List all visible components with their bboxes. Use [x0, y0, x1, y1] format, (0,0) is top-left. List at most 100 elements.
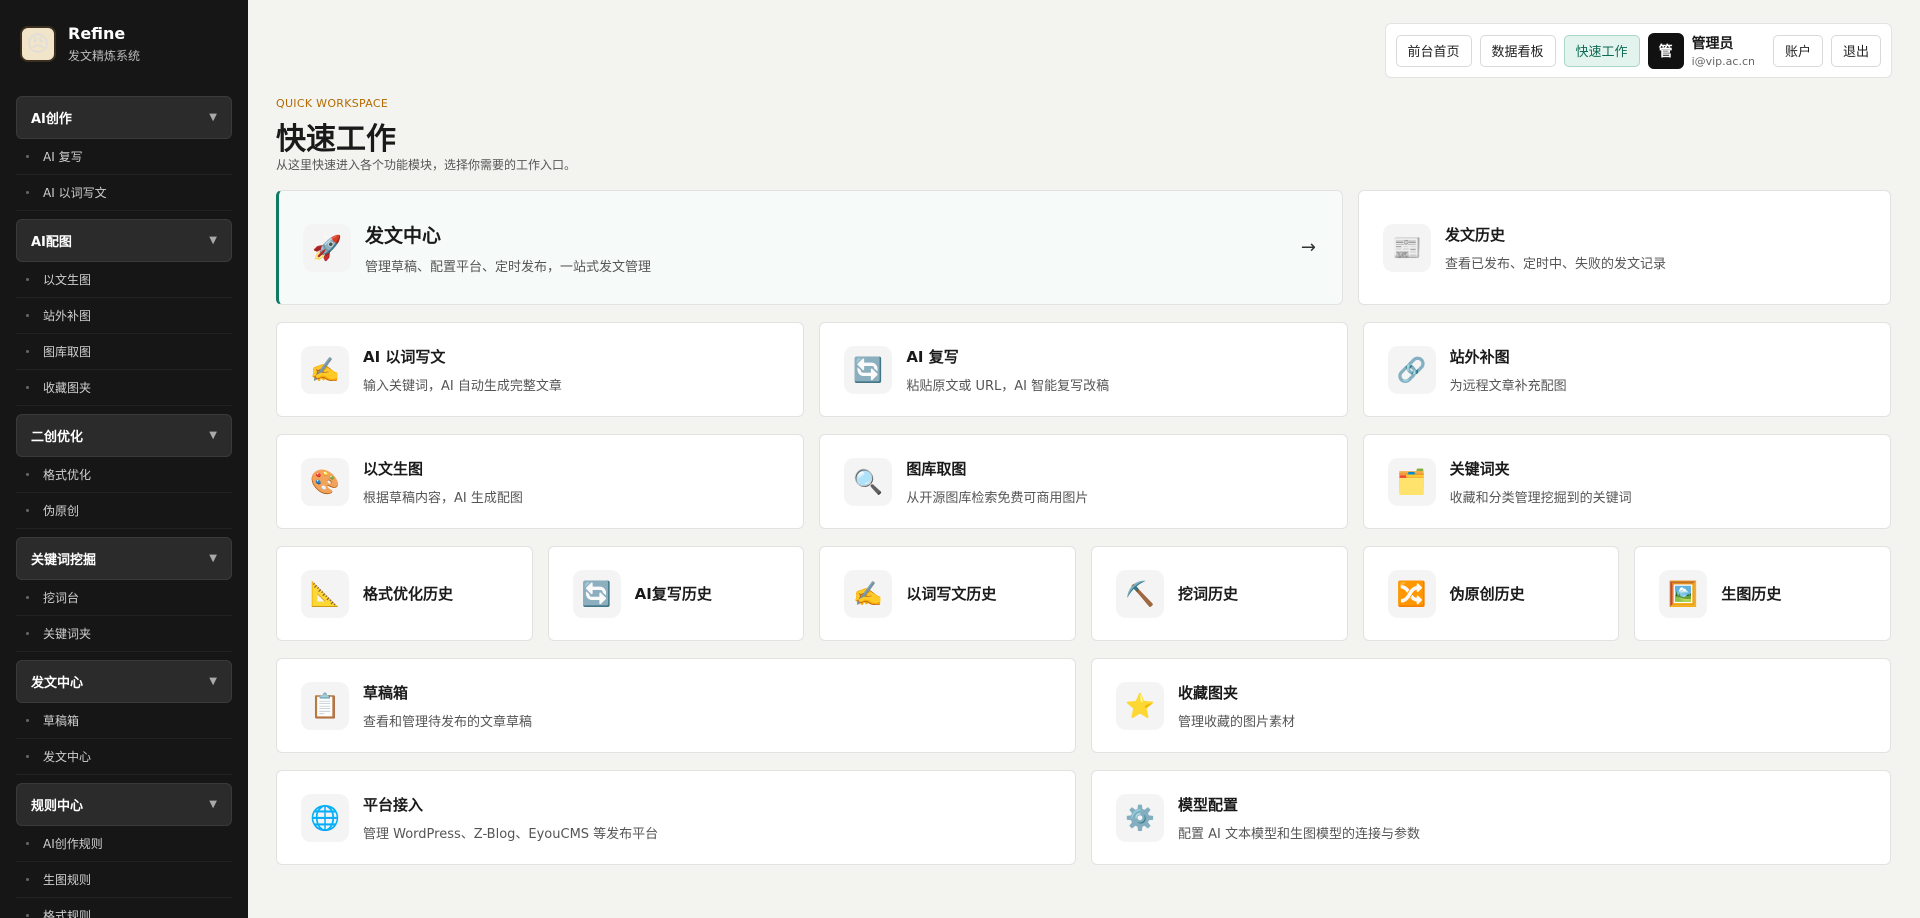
card-title: 站外补图 [1449, 347, 1510, 366]
card-desc: 从开源图库检索免费可商用图片 [906, 490, 1089, 506]
sidebar-item-label: AI 以词写文 [43, 186, 107, 200]
card-row2-2[interactable]: 🔗 站外补图 为远程文章补充配图 [1362, 322, 1891, 417]
sidebar-group-header[interactable]: 规则中心 ▼ [16, 783, 232, 826]
sidebar-item[interactable]: AI 以词写文 [16, 175, 232, 211]
card-title: 模型配置 [1178, 795, 1239, 814]
top-bar: 前台首页 数据看板 快速工作 管 管理员 i@vip.ac.cn 账户 退出 [1384, 23, 1892, 78]
quick-work-button[interactable]: 快速工作 [1563, 34, 1640, 67]
card-row5-1[interactable]: ⭐ 收藏图夹 管理收藏的图片素材 [1091, 658, 1891, 753]
sidebar-group-label: 规则中心 [31, 799, 84, 814]
sidebar-item[interactable]: 站外补图 [16, 298, 232, 334]
card-row2-0[interactable]: ✍️ AI 以词写文 输入关键词，AI 自动生成完整文章 [276, 322, 805, 417]
sidebar-item[interactable]: 格式规则 [16, 898, 232, 918]
avatar: 管 [1647, 32, 1684, 69]
frontend-home-button[interactable]: 前台首页 [1395, 34, 1472, 67]
sidebar-item[interactable]: 生图规则 [16, 862, 232, 898]
bullet-icon [26, 878, 29, 881]
card-desc: 管理 WordPress、Z-Blog、EyouCMS 等发布平台 [363, 826, 659, 842]
sidebar-item-label: 收藏图夹 [43, 381, 92, 395]
sidebar-item[interactable]: 收藏图夹 [16, 370, 232, 406]
sidebar-item[interactable]: AI 复写 [16, 139, 232, 175]
card-row3-1[interactable]: 🔍 图库取图从开源图库检索免费可商用图片 [819, 434, 1348, 529]
card-desc: 根据草稿内容，AI 生成配图 [363, 490, 523, 506]
card-title: 发文中心 [365, 224, 442, 247]
bullet-icon [26, 719, 29, 722]
newspaper-icon: 📰 [1383, 223, 1431, 272]
card-row3-2[interactable]: 🗂️ 关键词夹 收藏和分类管理挖掘到的关键词 [1362, 434, 1891, 529]
card-icon: ✍️ [301, 345, 349, 394]
card-icon: ⛏️ [1116, 569, 1164, 618]
card-row6-0[interactable]: 🌐 平台接入 管理 WordPress、Z-Blog、EyouCMS 等发布平台 [276, 770, 1076, 865]
logout-button[interactable]: 退出 [1830, 34, 1881, 67]
user-email: i@vip.ac.cn [1691, 55, 1755, 68]
card-icon: 🔄 [572, 569, 621, 618]
bullet-icon [26, 350, 29, 353]
user-info: 管理员 i@vip.ac.cn [1692, 33, 1755, 68]
card-row4-1[interactable]: 🔄 AI复写历史 [547, 546, 805, 641]
sidebar-group-label: 二创优化 [31, 430, 84, 445]
sidebar-item[interactable]: 以文生图 [16, 262, 232, 298]
sidebar-item-label: AI 复写 [43, 150, 83, 164]
card-title: 图库取图 [906, 459, 967, 478]
sidebar-item-label: 站外补图 [43, 309, 92, 323]
sidebar-item-label: 生图规则 [43, 873, 92, 887]
sidebar-group-label: 关键词挖掘 [31, 553, 97, 568]
sidebar-item[interactable]: AI创作规则 [16, 826, 232, 862]
card-row4-2[interactable]: ✍️ 以词写文历史 [819, 546, 1076, 641]
sidebar-item[interactable]: 挖词台 [16, 580, 232, 616]
card-row4-0[interactable]: 📐 格式优化历史 [276, 546, 533, 641]
card-desc: 查看和管理待发布的文章草稿 [363, 714, 533, 730]
bullet-icon [26, 596, 29, 599]
sidebar-group-header[interactable]: AI配图 ▼ [16, 219, 232, 262]
card-icon: 🔀 [1387, 569, 1436, 618]
card-title: AI 复写 [906, 347, 959, 366]
card-row4-5[interactable]: 🖼️ 生图历史 [1634, 546, 1891, 641]
brand[interactable]: 😠 Refine 发文精炼系统 [0, 0, 248, 88]
card-row6-1[interactable]: ⚙️ 模型配置 配置 AI 文本模型和生图模型的连接与参数 [1091, 770, 1891, 865]
card-publish-history[interactable]: 📰 发文历史 查看已发布、定时中、失败的发文记录 [1358, 190, 1891, 305]
sidebar-group-header[interactable]: 发文中心 ▼ [16, 660, 232, 703]
card-icon: 🎨 [301, 457, 349, 506]
page-title: 快速工作 [276, 122, 396, 157]
card-row3-0[interactable]: 🎨 以文生图 根据草稿内容，AI 生成配图 [276, 434, 805, 529]
card-title: 收藏图夹 [1178, 683, 1239, 702]
sidebar-item[interactable]: 草稿箱 [16, 703, 232, 739]
card-title: 以词写文历史 [906, 585, 997, 603]
sidebar-group-header[interactable]: 二创优化 ▼ [16, 414, 232, 457]
card-icon: 📐 [301, 569, 349, 618]
chevron-down-icon: ▼ [209, 430, 217, 441]
card-row2-1[interactable]: 🔄 AI 复写 粘贴原文或 URL，AI 智能复写改稿 [819, 322, 1348, 417]
sidebar-item-label: 关键词夹 [43, 627, 92, 641]
card-row4-4[interactable]: 🔀 伪原创历史 [1362, 546, 1620, 641]
card-icon: ⭐ [1116, 681, 1164, 730]
grumpy-face-logo-icon: 😠 [20, 26, 56, 62]
bullet-icon [26, 314, 29, 317]
card-publish-center[interactable]: 🚀 发文中心 管理草稿、配置平台、定时发布，一站式发文管理 → [276, 190, 1343, 305]
card-desc: 收藏和分类管理挖掘到的关键词 [1449, 490, 1632, 506]
card-title: 伪原创历史 [1449, 585, 1525, 603]
sidebar-item[interactable]: 关键词夹 [16, 616, 232, 652]
chevron-down-icon: ▼ [209, 799, 217, 810]
card-icon: 🌐 [301, 793, 349, 842]
sidebar-group-header[interactable]: AI创作 ▼ [16, 96, 232, 139]
card-icon: 🔍 [844, 457, 893, 506]
sidebar-item[interactable]: 格式优化 [16, 457, 232, 493]
card-row4-3[interactable]: ⛏️ 挖词历史 [1091, 546, 1348, 641]
card-desc: 粘贴原文或 URL，AI 智能复写改稿 [906, 378, 1110, 394]
account-button[interactable]: 账户 [1772, 34, 1823, 67]
bullet-icon [26, 842, 29, 845]
dashboard-button[interactable]: 数据看板 [1479, 34, 1556, 67]
sidebar-item-label: 图库取图 [43, 345, 92, 359]
sidebar-group-label: 发文中心 [31, 676, 84, 691]
card-title: AI复写历史 [634, 585, 712, 603]
card-row5-0[interactable]: 📋 草稿箱 查看和管理待发布的文章草稿 [276, 658, 1076, 753]
sidebar-group: AI创作 ▼ AI 复写 AI 以词写文 [16, 96, 232, 211]
card-title: 关键词夹 [1449, 459, 1510, 478]
sidebar-group-header[interactable]: 关键词挖掘 ▼ [16, 537, 232, 580]
sidebar-item[interactable]: 发文中心 [16, 739, 232, 775]
sidebar-item[interactable]: 图库取图 [16, 334, 232, 370]
sidebar-group: 二创优化 ▼ 格式优化 伪原创 [16, 414, 232, 529]
rocket-icon: 🚀 [303, 223, 351, 272]
sidebar-item[interactable]: 伪原创 [16, 493, 232, 529]
bullet-icon [26, 755, 29, 758]
